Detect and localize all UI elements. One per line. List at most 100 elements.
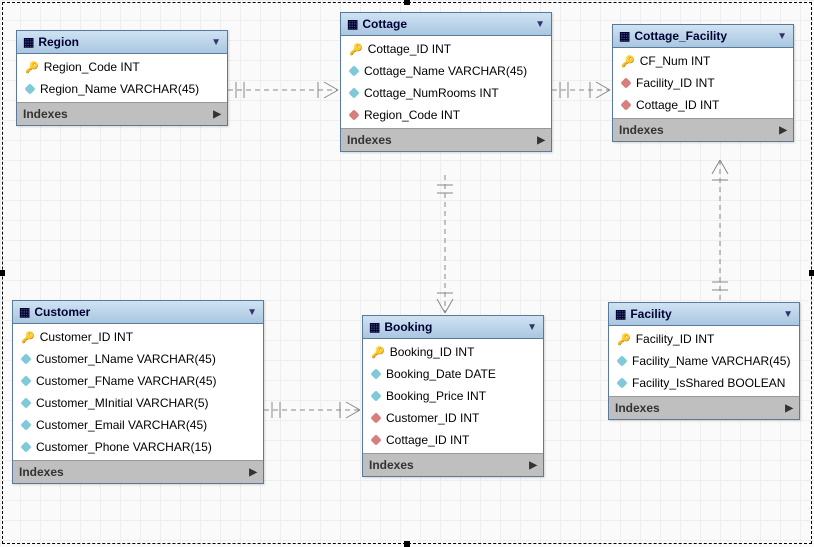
- table-icon: ▦: [347, 17, 358, 31]
- table-cottage[interactable]: ▦ Cottage ▼ 🔑Cottage_ID INT Cottage_Name …: [340, 12, 552, 152]
- primary-key-icon: 🔑: [621, 55, 635, 68]
- column: Region_Code INT: [341, 104, 551, 126]
- primary-key-icon: 🔑: [21, 331, 35, 344]
- column-name: Booking_ID INT: [390, 345, 475, 359]
- expand-icon[interactable]: ▶: [213, 109, 221, 120]
- column: 🔑 Customer_ID INT: [13, 326, 263, 348]
- column-name: Cottage_ID INT: [368, 42, 451, 56]
- foreign-key-icon: [620, 99, 631, 110]
- column-name: Booking_Price INT: [386, 389, 486, 403]
- column: 🔑Facility_ID INT: [609, 328, 799, 350]
- foreign-key-icon: [370, 434, 381, 445]
- table-customer[interactable]: ▦ Customer ▼ 🔑 Customer_ID INT Customer_LN…: [12, 300, 264, 484]
- table-booking[interactable]: ▦ Booking ▼ 🔑 Booking_ID INT Booking_Date …: [362, 315, 544, 477]
- column-icon: [616, 377, 627, 388]
- collapse-icon[interactable]: ▼: [535, 19, 545, 30]
- column-name: Customer_ID INT: [40, 330, 133, 344]
- column: Customer_Phone VARCHAR(15): [13, 436, 263, 458]
- table-header[interactable]: ▦ Region ▼: [17, 31, 227, 54]
- table-columns: 🔑CF_Num INT Facility_ID INT Cottage_ID INT: [613, 48, 793, 118]
- column-name: Region_Name VARCHAR(45): [40, 82, 199, 96]
- column-icon: [20, 419, 31, 430]
- primary-key-icon: 🔑: [371, 346, 385, 359]
- expand-icon[interactable]: ▶: [785, 403, 793, 414]
- column-name: Facility_ID INT: [636, 332, 715, 346]
- table-header[interactable]: ▦ Customer ▼: [13, 301, 263, 324]
- column: 🔑 Booking_ID INT: [363, 341, 543, 363]
- table-region[interactable]: ▦ Region ▼ 🔑 Region_Code INT Region_Name V…: [16, 30, 228, 126]
- indexes-section[interactable]: Indexes▶: [17, 102, 227, 125]
- table-columns: 🔑Facility_ID INTFacility_Name VARCHAR(45…: [609, 326, 799, 396]
- column-name: Facility_ID INT: [636, 76, 715, 90]
- column-icon: [348, 87, 359, 98]
- primary-key-icon: 🔑: [25, 61, 39, 74]
- column: Customer_Email VARCHAR(45): [13, 414, 263, 436]
- indexes-section[interactable]: Indexes▶: [613, 118, 793, 141]
- collapse-icon[interactable]: ▼: [777, 31, 787, 42]
- table-title: Cottage: [362, 17, 407, 31]
- column: 🔑Cottage_ID INT: [341, 38, 551, 60]
- column: Region_Name VARCHAR(45): [17, 78, 227, 100]
- collapse-icon[interactable]: ▼: [211, 37, 221, 48]
- column-icon: [20, 353, 31, 364]
- indexes-section[interactable]: Indexes▶: [341, 128, 551, 151]
- expand-icon[interactable]: ▶: [249, 467, 257, 478]
- column: Customer_ID INT: [363, 407, 543, 429]
- column-icon: [20, 441, 31, 452]
- column-name: Cottage_Name VARCHAR(45): [364, 64, 527, 78]
- column: Customer_LName VARCHAR(45): [13, 348, 263, 370]
- table-header[interactable]: ▦ Cottage ▼: [341, 13, 551, 36]
- indexes-section[interactable]: Indexes▶: [363, 453, 543, 476]
- column-icon: [370, 368, 381, 379]
- table-title: Facility: [630, 307, 671, 321]
- column-name: Facility_IsShared BOOLEAN: [632, 376, 785, 390]
- column-icon: [348, 65, 359, 76]
- table-icon: ▦: [615, 307, 626, 321]
- column-icon: [20, 375, 31, 386]
- expand-icon[interactable]: ▶: [537, 135, 545, 146]
- expand-icon[interactable]: ▶: [529, 460, 537, 471]
- column-name: Customer_LName VARCHAR(45): [36, 352, 216, 366]
- column-icon: [370, 390, 381, 401]
- collapse-icon[interactable]: ▼: [247, 307, 257, 318]
- column-icon: [20, 397, 31, 408]
- table-cottage-facility[interactable]: ▦ Cottage_Facility ▼ 🔑CF_Num INT Facility…: [612, 24, 794, 142]
- collapse-icon[interactable]: ▼: [527, 322, 537, 333]
- column-name: Booking_Date DATE: [386, 367, 496, 381]
- column-name: Region_Code INT: [364, 108, 460, 122]
- column: Cottage_NumRooms INT: [341, 82, 551, 104]
- foreign-key-icon: [620, 77, 631, 88]
- column: Cottage_Name VARCHAR(45): [341, 60, 551, 82]
- column: Cottage_ID INT: [613, 94, 793, 116]
- table-columns: 🔑 Customer_ID INT Customer_LName VARCHAR(4…: [13, 324, 263, 460]
- table-header[interactable]: ▦ Facility ▼: [609, 303, 799, 326]
- column: Facility_IsShared BOOLEAN: [609, 372, 799, 394]
- foreign-key-icon: [348, 109, 359, 120]
- column-name: Customer_FName VARCHAR(45): [36, 374, 217, 388]
- table-facility[interactable]: ▦ Facility ▼ 🔑Facility_ID INTFacility_Na…: [608, 302, 800, 420]
- column-name: Customer_MInitial VARCHAR(5): [36, 396, 208, 410]
- table-columns: 🔑Cottage_ID INT Cottage_Name VARCHAR(45) C…: [341, 36, 551, 128]
- table-icon: ▦: [619, 29, 630, 43]
- column: 🔑CF_Num INT: [613, 50, 793, 72]
- column-name: Cottage_ID INT: [386, 433, 469, 447]
- column: Customer_FName VARCHAR(45): [13, 370, 263, 392]
- table-columns: 🔑 Booking_ID INT Booking_Date DATE Booking_…: [363, 339, 543, 453]
- column-name: Region_Code INT: [44, 60, 140, 74]
- column-icon: [24, 83, 35, 94]
- table-icon: ▦: [19, 305, 30, 319]
- column: Facility_ID INT: [613, 72, 793, 94]
- table-title: Cottage_Facility: [634, 29, 727, 43]
- column: Booking_Price INT: [363, 385, 543, 407]
- table-header[interactable]: ▦ Booking ▼: [363, 316, 543, 339]
- table-header[interactable]: ▦ Cottage_Facility ▼: [613, 25, 793, 48]
- column: 🔑 Region_Code INT: [17, 56, 227, 78]
- indexes-section[interactable]: Indexes▶: [609, 396, 799, 419]
- column: Booking_Date DATE: [363, 363, 543, 385]
- expand-icon[interactable]: ▶: [779, 125, 787, 136]
- column-name: Customer_ID INT: [386, 411, 479, 425]
- table-icon: ▦: [369, 320, 380, 334]
- indexes-section[interactable]: Indexes▶: [13, 460, 263, 483]
- collapse-icon[interactable]: ▼: [783, 309, 793, 320]
- table-title: Customer: [34, 305, 90, 319]
